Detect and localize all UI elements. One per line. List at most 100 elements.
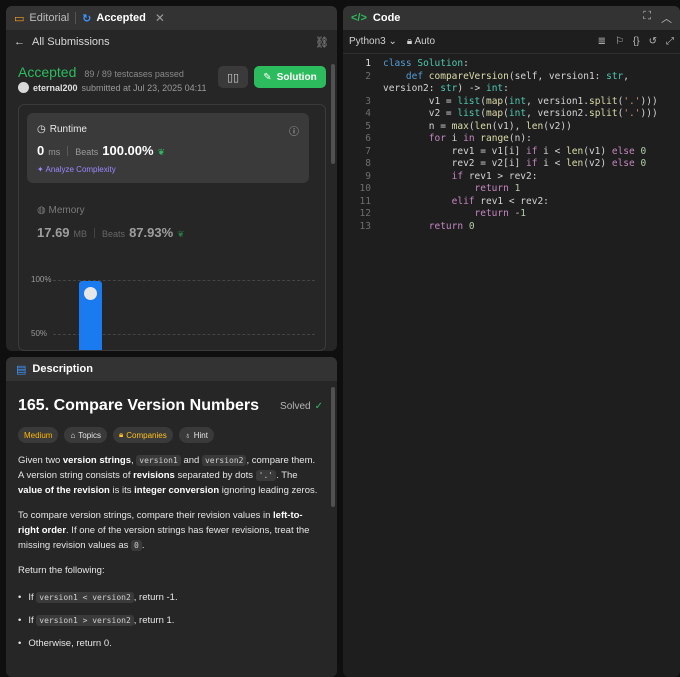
code-text: n = max(len(v1), len(v2)) (383, 120, 572, 132)
inline-code: version1 < version2 (36, 592, 134, 603)
info-icon[interactable]: ⓘ (289, 123, 299, 138)
code-line: 8 rev2 = v2[i] if i < len(v2) else 0 (343, 158, 680, 171)
list-item: • If version1 > version2, return 1. (18, 609, 323, 632)
memory-title[interactable]: ◍ Memory (37, 205, 85, 216)
description-paragraph: To compare version strings, compare thei… (18, 508, 323, 553)
chevron-down-icon: ⌄ (388, 36, 397, 47)
check-circle-icon: ✓ (314, 400, 323, 412)
text: Given two (18, 455, 63, 466)
description-paragraph: Given two version strings, version1 and … (18, 453, 323, 498)
runtime-card[interactable]: ◷ Runtime ⓘ 0 ms Beats 100.00% ❦ ✦ Analy… (27, 113, 309, 183)
description-paragraph: Return the following: (18, 565, 105, 576)
line-number: 10 (359, 183, 371, 194)
list-item: • Otherwise, return 0. (18, 632, 323, 655)
code-line: 5 n = max(len(v1), len(v2)) (343, 121, 680, 134)
scrollbar[interactable] (331, 64, 335, 164)
bookmark-icon[interactable]: ⚐ (615, 36, 624, 47)
topics-chip[interactable]: ⌂ Topics (64, 427, 107, 443)
memory-value: 17.69 (37, 225, 70, 240)
text: is its (109, 485, 135, 496)
lock-icon: 🔒︎ (118, 430, 124, 439)
beats-label: Beats (75, 147, 99, 157)
code-line: 10 return 1 (343, 183, 680, 196)
book-icon: ▭ (14, 12, 25, 25)
language-label: Python3 (349, 36, 386, 47)
scrollbar[interactable] (331, 387, 335, 507)
line-number: 3 (365, 95, 371, 107)
bullet-dot: • (18, 592, 22, 603)
code-text: elif rev1 < rev2: (451, 195, 549, 207)
clock-icon: ◷ (37, 124, 46, 135)
code-line: 13 return 0 (343, 221, 680, 234)
code-text: for i in range(n): (428, 133, 532, 144)
bold-text: version strings (62, 455, 131, 466)
code-text: rev1 = v1[i] if i < len(v1) else 0 (383, 145, 647, 157)
beats-label: Beats (102, 229, 126, 239)
code-line: 7 rev1 = v1[i] if i < len(v1) else 0 (343, 146, 680, 159)
editorial-button[interactable]: ▯▯ (218, 66, 248, 88)
code-editor[interactable]: 1 class Solution: 2 def compareVersion(se… (343, 58, 680, 233)
code-text: v2 = list(map(int, version2.split('.'))) (383, 108, 658, 119)
bold-text: value of the revision (18, 485, 110, 496)
code-line: 3 v1 = list(map(int, version1.split('.')… (343, 96, 680, 109)
runtime-beats: 100.00% (102, 143, 154, 158)
username[interactable]: eternal200 (33, 83, 78, 93)
mode-toggle[interactable]: 🔒︎ Auto (407, 36, 435, 47)
submission-header: ← All Submissions ⛓ (6, 30, 337, 54)
distribution-bar[interactable] (79, 281, 102, 350)
text: To compare version strings, compare thei… (18, 510, 274, 521)
status-row: Accepted 89 / 89 testcases passed (18, 64, 184, 80)
text: separated by dots (174, 470, 256, 481)
tab-code-label[interactable]: Code (373, 12, 401, 24)
problem-title-row: 165. Compare Version Numbers Solved ✓ (18, 397, 323, 415)
tab-editorial[interactable]: ▭ Editorial (14, 12, 69, 25)
arrow-left-icon[interactable]: ← (14, 36, 25, 48)
tag-chips: Medium ⌂ Topics 🔒︎ Companies ♁ Hint (18, 427, 323, 443)
memory-value-row: 17.69 MB Beats 87.93% ❦ (37, 225, 185, 240)
code-text: return 1 (474, 183, 521, 194)
solved-badge: Solved ✓ (280, 401, 323, 412)
language-select[interactable]: Python3 ⌄ (349, 36, 397, 47)
memory-beats: 87.93% (129, 225, 174, 240)
analyze-complexity-label: Analyze Complexity (45, 165, 116, 174)
chevron-up-icon[interactable]: ︿ (661, 10, 672, 26)
braces-icon[interactable]: {} (633, 36, 640, 47)
editor-toolbar: Python3 ⌄ 🔒︎ Auto ≣ ⚐ {} ↺ ⤢ (343, 30, 680, 54)
code-text: if rev1 > rev2: (451, 170, 538, 182)
reset-icon[interactable]: ↺ (649, 36, 657, 47)
memory-title-label: Memory (48, 205, 85, 216)
history-icon: ↻ (82, 12, 92, 25)
difficulty-chip[interactable]: Medium (18, 427, 59, 443)
tab-description[interactable]: ▤ Description (6, 357, 337, 381)
inline-code: version2 (201, 455, 247, 466)
analyze-complexity-link[interactable]: ✦ Analyze Complexity (37, 165, 116, 174)
runtime-unit: ms (48, 147, 61, 157)
fullscreen-icon[interactable]: ⛶ (643, 10, 651, 26)
text: , return -1. (133, 592, 178, 603)
avatar[interactable] (18, 82, 29, 93)
code-text: rev2 = v2[i] if i < len(v2) else 0 (383, 158, 647, 169)
tab-accepted-label: Accepted (96, 12, 146, 24)
description-panel: ▤ Description 165. Compare Version Numbe… (6, 357, 337, 677)
hint-chip[interactable]: ♁ Hint (178, 427, 214, 443)
mode-label: Auto (414, 36, 436, 47)
submission-panel: ▭ Editorial ↻ Accepted ✕ ← All Submissio… (6, 6, 337, 351)
line-number: 4 (365, 108, 371, 119)
format-icon[interactable]: ≣ (598, 36, 606, 47)
text: Otherwise, return 0. (28, 638, 112, 649)
bold-text: integer conversion (134, 485, 220, 496)
tab-accepted[interactable]: ↻ Accepted ✕ (82, 11, 165, 25)
runtime-title: ◷ Runtime (37, 124, 87, 135)
tag-icon: ⌂ (70, 430, 76, 440)
close-icon[interactable]: ✕ (155, 11, 165, 25)
link-icon[interactable]: ⛓ (315, 36, 329, 49)
chart-label-50: 50% (31, 329, 48, 338)
line-number: 13 (359, 220, 371, 232)
companies-chip[interactable]: 🔒︎ Companies (112, 427, 173, 443)
all-submissions-link[interactable]: All Submissions (32, 36, 110, 48)
solution-button[interactable]: ✎ Solution (254, 66, 326, 88)
expand-icon[interactable]: ⤢ (666, 36, 674, 47)
text: . (141, 540, 145, 551)
left-tabbar: ▭ Editorial ↻ Accepted ✕ (6, 6, 337, 30)
text: . The (276, 470, 298, 481)
